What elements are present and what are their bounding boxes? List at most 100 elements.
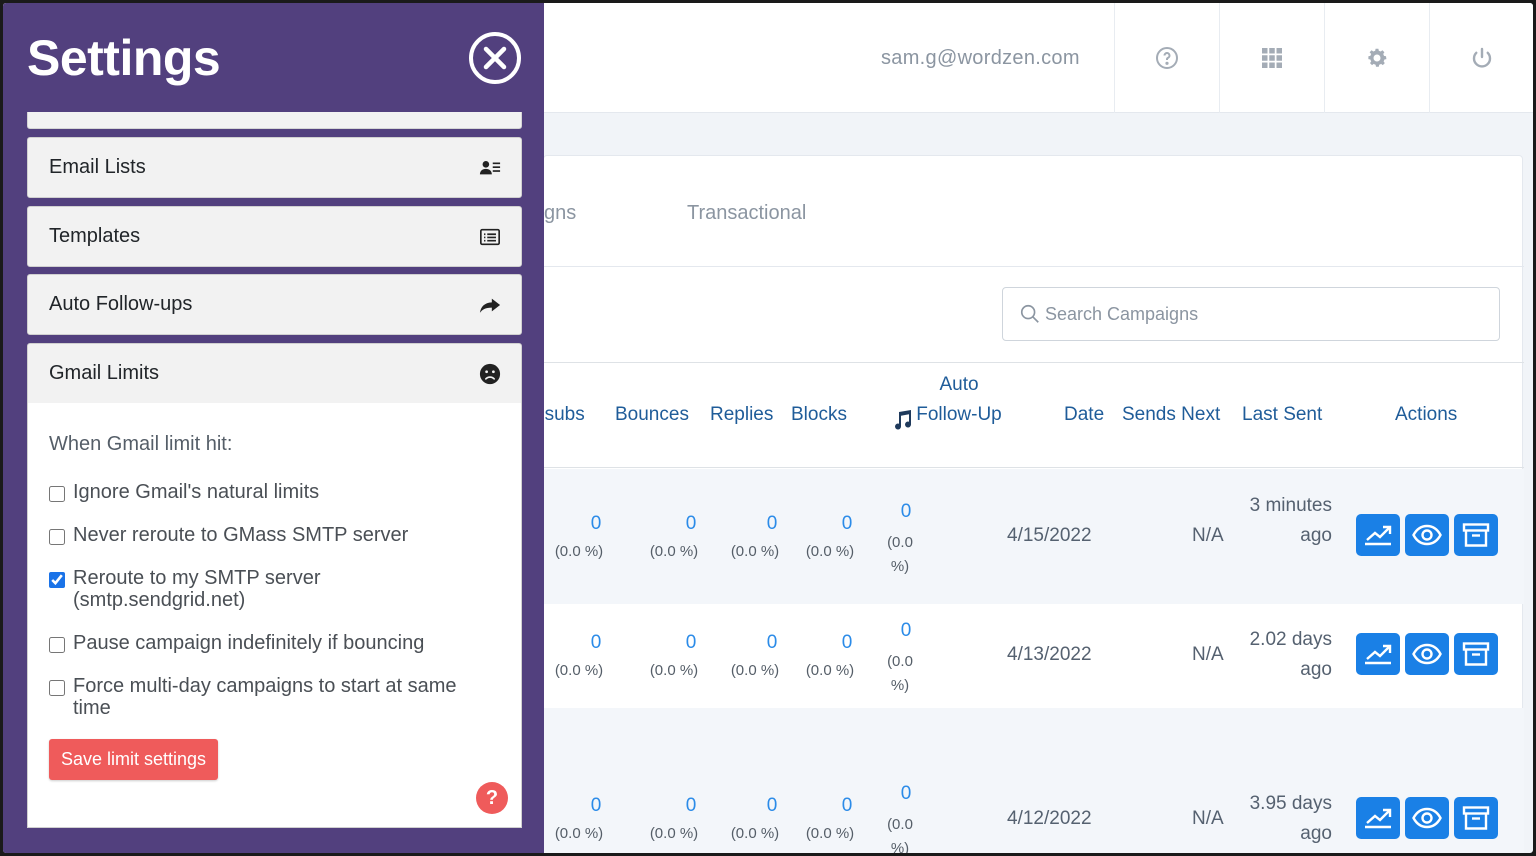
limits-heading: When Gmail limit hit: (49, 433, 233, 455)
th-auto-follow-up[interactable]: Auto Follow-Up (916, 370, 1002, 430)
auto-count: 0 (900, 620, 912, 641)
view-button[interactable] (1405, 514, 1449, 556)
th-blocks[interactable]: Blocks (791, 400, 847, 430)
settings-button[interactable] (1324, 3, 1429, 113)
view-button[interactable] (1405, 633, 1449, 675)
chart-trend-icon (1365, 644, 1392, 665)
help-button[interactable]: ? (476, 782, 508, 814)
menu-item-gmail-limits[interactable]: Gmail Limits (27, 343, 522, 404)
option-force-multi-day[interactable]: Force multi-day campaigns to start at sa… (49, 675, 469, 719)
bounces-pct: (0.0 %) (649, 825, 699, 842)
option-label: Ignore Gmail's natural limits (73, 481, 320, 503)
template-list-icon (480, 228, 500, 245)
option-checkbox[interactable] (49, 529, 65, 545)
gmail-limits-body: When Gmail limit hit: Ignore Gmail's nat… (27, 403, 522, 828)
blocks-pct: (0.0 %) (805, 825, 855, 842)
search-input[interactable] (1045, 303, 1485, 325)
unsubs-pct: (0.0 %) (554, 543, 604, 560)
option-checkbox[interactable] (49, 637, 65, 653)
unsubs-pct: (0.0 %) (554, 825, 604, 842)
power-icon (1472, 47, 1492, 68)
help-button[interactable] (1114, 3, 1219, 113)
row-last-sent: 2.02 days ago (1249, 629, 1332, 680)
th-date[interactable]: Date (1064, 400, 1104, 430)
bounces-count: 0 (685, 632, 697, 653)
replies-count: 0 (766, 795, 778, 816)
chart-trend-icon (1365, 808, 1392, 829)
menu-item-label: Gmail Limits (49, 362, 160, 384)
contact-list-icon (479, 160, 501, 174)
tab-campaigns[interactable]: gns (544, 202, 576, 225)
share-arrow-icon (479, 298, 501, 313)
row-date: 4/12/2022 (1007, 808, 1092, 829)
close-icon (483, 46, 507, 70)
blocks-pct: (0.0 %) (805, 543, 855, 560)
menu-item-label: Templates (49, 225, 141, 247)
option-checkbox[interactable] (49, 680, 65, 696)
settings-title: Settings (27, 30, 221, 86)
archive-button[interactable] (1454, 633, 1498, 675)
campaign-tabs: gns Transactional (544, 156, 1524, 267)
row-date: 4/13/2022 (1007, 644, 1092, 665)
row-last-sent: 3.95 days ago (1249, 793, 1332, 844)
option-reroute-smtp[interactable]: Reroute to my SMTP server (smtp.sendgrid… (49, 567, 320, 611)
save-limit-settings-button[interactable]: Save limit settings (49, 739, 219, 780)
option-ignore-limits[interactable]: Ignore Gmail's natural limits (49, 481, 319, 503)
unsubs-count: 0 (590, 632, 602, 653)
th-bounces[interactable]: Bounces (615, 400, 689, 430)
option-label: Pause campaign indefinitely if bouncing (73, 632, 425, 654)
bounces-count: 0 (685, 795, 697, 816)
th-replies[interactable]: Replies (710, 400, 773, 430)
option-checkbox[interactable] (49, 572, 65, 588)
th-actions: Actions (1395, 404, 1458, 425)
unsubs-count: 0 (590, 795, 602, 816)
option-checkbox[interactable] (49, 486, 65, 502)
th-sends-next[interactable]: Sends Next (1122, 400, 1220, 430)
th-last-sent[interactable]: Last Sent (1242, 400, 1322, 430)
option-label: Reroute to my SMTP server (73, 567, 321, 589)
blocks-count: 0 (841, 632, 853, 653)
option-label: Never reroute to GMass SMTP server (73, 524, 409, 546)
chart-trend-icon (1365, 525, 1392, 546)
replies-pct: (0.0 %) (730, 825, 780, 842)
tab-transactional[interactable]: Transactional (687, 202, 806, 225)
unsubs-pct: (0.0 %) (554, 662, 604, 679)
settings-panel: Settings Email Lists Templates Auto Foll… (3, 3, 544, 853)
report-button[interactable] (1356, 514, 1400, 556)
row-last-sent: 3 minutes ago (1249, 495, 1332, 546)
gear-icon (1368, 48, 1387, 67)
campaigns-card: gns Transactional nsubs Bounces Replies … (534, 155, 1524, 853)
menu-item-partial[interactable] (27, 112, 522, 129)
eye-icon (1412, 807, 1442, 829)
menu-item-email-lists[interactable]: Email Lists (27, 137, 522, 198)
search-icon (1020, 304, 1039, 323)
row-sends-next: N/A (1192, 808, 1224, 829)
report-button[interactable] (1356, 797, 1400, 839)
option-pause-bouncing[interactable]: Pause campaign indefinitely if bouncing (49, 632, 424, 654)
logout-button[interactable] (1429, 3, 1533, 113)
apps-button[interactable] (1219, 3, 1324, 113)
auto-count: 0 (900, 783, 912, 804)
user-email[interactable]: sam.g@wordzen.com (881, 47, 1080, 70)
report-button[interactable] (1356, 633, 1400, 675)
help-circle-icon (1156, 47, 1178, 69)
apps-grid-icon (1262, 48, 1282, 68)
replies-pct: (0.0 %) (730, 543, 780, 560)
option-never-reroute[interactable]: Never reroute to GMass SMTP server (49, 524, 408, 546)
table-header: nsubs Bounces Replies Blocks Auto Follow… (534, 362, 1524, 468)
option-label-wrap: Reroute to my SMTP server (smtp.sendgrid… (73, 567, 320, 611)
archive-button[interactable] (1454, 514, 1498, 556)
archive-box-icon (1462, 642, 1490, 666)
auto-count: 0 (900, 501, 912, 522)
close-settings-button[interactable] (469, 32, 521, 84)
blocks-count: 0 (841, 513, 853, 534)
menu-item-auto-follow-ups[interactable]: Auto Follow-ups (27, 274, 522, 335)
archive-box-icon (1462, 523, 1490, 547)
archive-box-icon (1462, 806, 1490, 830)
blocks-count: 0 (841, 795, 853, 816)
bounces-pct: (0.0 %) (649, 662, 699, 679)
menu-item-templates[interactable]: Templates (27, 206, 522, 267)
archive-button[interactable] (1454, 797, 1498, 839)
view-button[interactable] (1405, 797, 1449, 839)
eye-icon (1412, 643, 1442, 665)
